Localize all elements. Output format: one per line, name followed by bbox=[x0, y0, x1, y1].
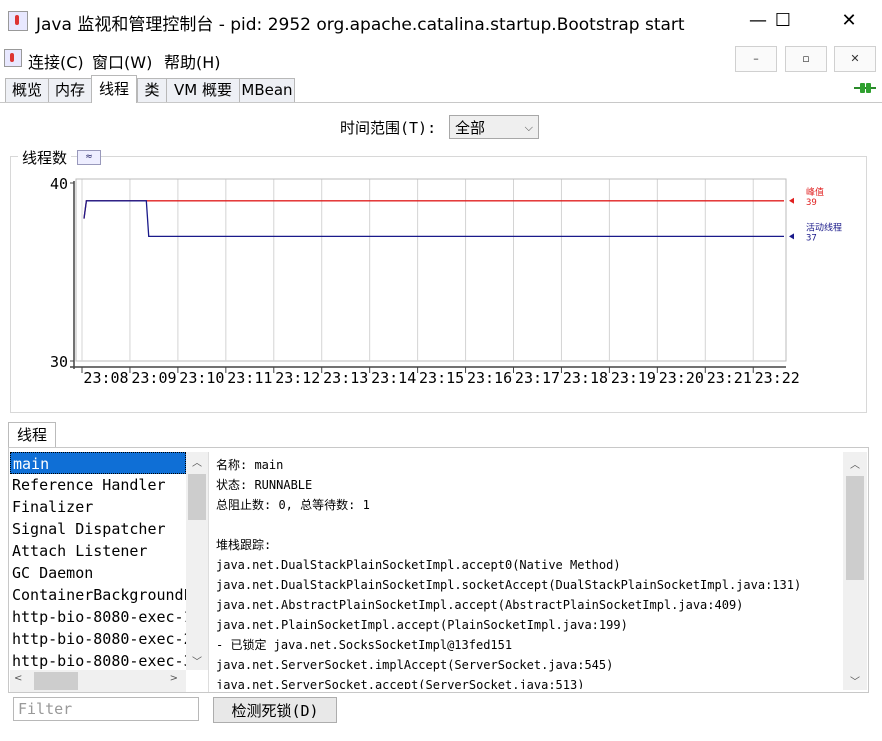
x-tick-label: 23:10 bbox=[179, 369, 224, 387]
maximize-button[interactable]: ☐ bbox=[758, 0, 808, 42]
series-end-marker bbox=[789, 197, 794, 204]
detail-line: 总阻止数: 0, 总等待数: 1 bbox=[216, 498, 370, 512]
menu-connect[interactable]: 连接(C) bbox=[28, 49, 84, 73]
tab-overview[interactable]: 概览 bbox=[5, 78, 49, 102]
x-tick-label: 23:09 bbox=[131, 369, 176, 387]
thread-list-item[interactable]: http-bio-8080-exec-2 bbox=[10, 628, 186, 650]
legend-label: 峰值 bbox=[806, 186, 824, 198]
x-tick-label: 23:14 bbox=[371, 369, 416, 387]
detail-line: 状态: RUNNABLE bbox=[216, 478, 313, 492]
thread-list-item[interactable]: ContainerBackgroundP bbox=[10, 584, 186, 606]
scrollbar-thumb[interactable] bbox=[188, 474, 206, 520]
thread-list-item[interactable]: Reference Handler bbox=[10, 474, 186, 496]
thread-list-horizontal-scrollbar[interactable]: < > bbox=[10, 670, 186, 692]
y-tick-label: 30 bbox=[50, 353, 68, 371]
java-coffee-icon bbox=[8, 11, 28, 31]
scrollbar-thumb[interactable] bbox=[846, 476, 864, 580]
detail-line: 堆栈跟踪: bbox=[216, 538, 272, 552]
tab-vm-summary[interactable]: VM 概要 bbox=[166, 78, 240, 102]
filter-input[interactable]: Filter bbox=[13, 697, 199, 721]
x-tick-label: 23:22 bbox=[755, 369, 800, 387]
thread-list-item[interactable]: Attach Listener bbox=[10, 540, 186, 562]
window-title: Java 监视和管理控制台 - pid: 2952 org.apache.cat… bbox=[36, 15, 685, 35]
thread-count-title: 线程数 bbox=[18, 147, 72, 168]
tab-threads[interactable]: 线程 bbox=[91, 75, 137, 103]
x-tick-label: 23:12 bbox=[275, 369, 320, 387]
thread-list-item[interactable]: http-bio-8080-exec-1 bbox=[10, 606, 186, 628]
x-tick-label: 23:18 bbox=[563, 369, 608, 387]
x-tick-label: 23:15 bbox=[419, 369, 464, 387]
x-tick-label: 23:11 bbox=[227, 369, 272, 387]
x-tick-label: 23:13 bbox=[323, 369, 368, 387]
time-range-value: 全部 bbox=[455, 119, 486, 137]
thread-detail-text: 名称: main 状态: RUNNABLE 总阻止数: 0, 总等待数: 1 堆栈跟踪… bbox=[216, 455, 842, 689]
tab-mbean[interactable]: MBean bbox=[239, 78, 295, 102]
scroll-down-icon[interactable]: ﹀ bbox=[843, 673, 867, 688]
detect-deadlock-button[interactable]: 检测死锁(D) bbox=[213, 697, 337, 723]
scroll-up-icon[interactable]: ︿ bbox=[186, 454, 208, 469]
tab-memory[interactable]: 内存 bbox=[48, 78, 92, 102]
time-range-label: 时间范围(T): bbox=[340, 119, 437, 137]
thread-list-item[interactable]: Signal Dispatcher bbox=[10, 518, 186, 540]
x-tick-label: 23:17 bbox=[515, 369, 560, 387]
y-tick-label: 40 bbox=[50, 175, 68, 193]
thread-list-item[interactable]: main bbox=[10, 452, 186, 474]
internal-restore-button[interactable]: ▫ bbox=[785, 46, 827, 72]
scroll-left-icon[interactable]: < bbox=[14, 673, 22, 684]
java-coffee-icon bbox=[4, 49, 22, 67]
close-button[interactable]: ✕ bbox=[824, 0, 874, 42]
thread-list-vertical-scrollbar[interactable]: ︿ ﹀ bbox=[186, 452, 208, 670]
detail-line: java.net.PlainSocketImpl.accept(PlainSoc… bbox=[216, 618, 628, 632]
detail-line: - 已锁定 java.net.SocksSocketImpl@13fed151 bbox=[216, 638, 513, 652]
plot-area bbox=[75, 178, 787, 362]
thread-list-item[interactable]: http-bio-8080-exec-3 bbox=[10, 650, 186, 670]
scroll-down-icon[interactable]: ﹀ bbox=[186, 653, 208, 668]
connection-status-icon bbox=[854, 83, 876, 93]
scrollbar-thumb[interactable] bbox=[34, 672, 78, 690]
scroll-right-icon[interactable]: > bbox=[170, 673, 178, 684]
x-tick-label: 23:16 bbox=[467, 369, 512, 387]
detail-vertical-scrollbar[interactable]: ︿ ﹀ bbox=[843, 452, 867, 690]
detail-line: java.net.ServerSocket.implAccept(ServerS… bbox=[216, 658, 614, 672]
detail-line bbox=[216, 515, 842, 535]
collapse-icon[interactable]: ≈ bbox=[77, 150, 101, 165]
thread-list[interactable]: main Reference Handler Finalizer Signal Dis… bbox=[10, 452, 186, 670]
detail-line: 名称: main bbox=[216, 458, 284, 472]
detail-line: java.net.DualStackPlainSocketImpl.accept… bbox=[216, 558, 621, 572]
legend-label: 活动线程 bbox=[806, 221, 842, 233]
thread-count-chart: 403023:08 23:09 23:10 23:11 23:12 23:13 23:14 2… bbox=[50, 175, 842, 387]
detail-line: java.net.ServerSocket.accept(ServerSocke… bbox=[216, 678, 585, 689]
menu-window[interactable]: 窗口(W) bbox=[92, 49, 152, 73]
chevron-down-icon: ⌵ bbox=[524, 121, 533, 134]
x-tick-label: 23:21 bbox=[707, 369, 752, 387]
legend-value: 37 bbox=[806, 233, 817, 243]
threads-subtab[interactable]: 线程 bbox=[8, 422, 56, 448]
scroll-up-icon[interactable]: ︿ bbox=[843, 456, 867, 471]
menu-help[interactable]: 帮助(H) bbox=[164, 49, 221, 73]
tab-classes[interactable]: 类 bbox=[137, 78, 167, 102]
x-tick-label: 23:20 bbox=[659, 369, 704, 387]
detail-line: java.net.AbstractPlainSocketImpl.accept(… bbox=[216, 598, 744, 612]
detail-line: java.net.DualStackPlainSocketImpl.socket… bbox=[216, 578, 802, 592]
time-range-select[interactable]: 全部 ⌵ bbox=[449, 115, 539, 139]
x-tick-label: 23:19 bbox=[611, 369, 656, 387]
series-end-marker bbox=[789, 233, 794, 240]
internal-minimize-button[interactable]: – bbox=[735, 46, 777, 72]
internal-close-button[interactable]: ✕ bbox=[834, 46, 876, 72]
split-pane-divider[interactable] bbox=[208, 452, 215, 692]
legend-value: 39 bbox=[806, 198, 817, 208]
thread-list-item[interactable]: GC Daemon bbox=[10, 562, 186, 584]
thread-list-item[interactable]: Finalizer bbox=[10, 496, 186, 518]
x-tick-label: 23:08 bbox=[83, 369, 128, 387]
